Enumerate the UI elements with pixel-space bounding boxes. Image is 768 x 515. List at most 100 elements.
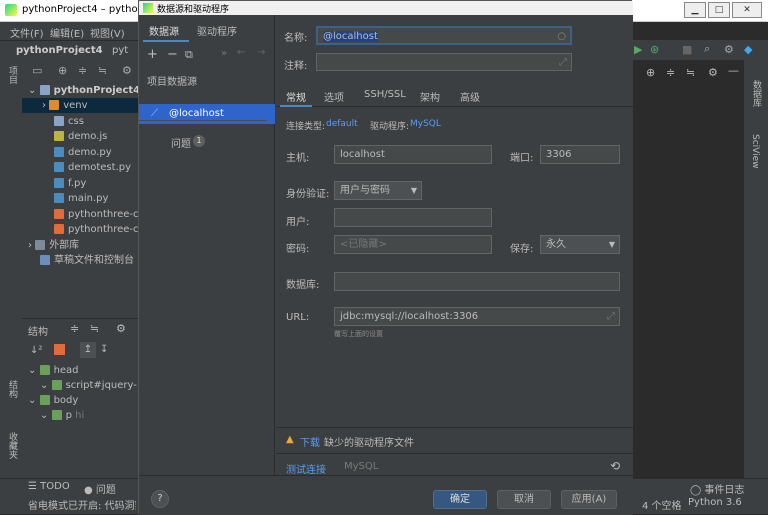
gear-icon[interactable]: ⚙ (122, 64, 132, 77)
tree-item[interactable]: f.py (22, 176, 140, 191)
auth-label: 身份验证: (286, 189, 330, 200)
tree-item[interactable]: demo.js (22, 129, 140, 144)
tab-drivers[interactable]: 驱动程序 (197, 23, 237, 38)
structure-item[interactable]: ⌄ script#jquery- (22, 378, 140, 393)
run-icon[interactable]: ▶ (634, 43, 642, 56)
event-log-tab[interactable]: ◯ 事件日志 (690, 481, 744, 496)
ide-title-text: pythonProject4 – pytho (22, 4, 138, 15)
close-icon[interactable]: ✕ (732, 2, 762, 18)
minimize-panel-icon[interactable]: — (728, 64, 739, 77)
name-input[interactable]: @localhost ○ (316, 26, 572, 45)
menu-edit[interactable]: 编辑(E) (50, 25, 84, 40)
add-icon[interactable]: ⊕ (646, 66, 655, 79)
autoscroll-to-icon[interactable]: ↥ (80, 342, 96, 358)
tree-item[interactable]: css (22, 114, 140, 129)
add-icon[interactable]: + (147, 47, 158, 62)
maximize-icon[interactable]: □ (708, 2, 730, 18)
tree-item[interactable]: demo.py (22, 145, 140, 160)
tab-favorites[interactable]: 收藏夹 (6, 432, 19, 459)
tab-datasources[interactable]: 数据源 (149, 23, 179, 38)
forward-icon[interactable]: → (257, 47, 265, 58)
help-button[interactable]: ? (151, 490, 169, 508)
expand-icon[interactable]: ≑ (666, 66, 675, 79)
save-select[interactable]: 永久 ▼ (540, 235, 620, 254)
minimize-icon[interactable]: ▁ (684, 2, 706, 18)
stop-icon[interactable]: ■ (682, 43, 692, 56)
problems-tab[interactable]: ● 问题 (84, 481, 116, 496)
apply-button[interactable]: 应用(A) (561, 490, 617, 509)
datasource-item[interactable]: ⟋ @localhost (139, 104, 275, 124)
active-tab-underline (143, 40, 189, 42)
auth-select[interactable]: 用户与密码 ▼ (334, 181, 422, 200)
more-icon[interactable]: » (221, 48, 227, 59)
tab-options[interactable]: 选项 (324, 89, 344, 104)
structure-item[interactable]: ⌄ head (22, 363, 140, 378)
expand-field-icon[interactable]: ⤢ (607, 308, 615, 325)
right-toolbar: ▶ ⊛ ■ ⌕ ⚙ ◆ (632, 40, 768, 60)
plugin-icon[interactable]: ◆ (744, 43, 752, 56)
expand-field-icon[interactable]: ⤢ (559, 54, 567, 70)
collapse-icon[interactable]: ≒ (686, 66, 695, 79)
tab-structure[interactable]: 结构 (6, 380, 19, 398)
duplicate-icon[interactable]: ⧉ (185, 48, 193, 62)
problems-item[interactable]: 问题 (171, 135, 191, 150)
download-link[interactable]: 下载 (300, 434, 320, 449)
cancel-button[interactable]: 取消 (497, 490, 551, 509)
database-input[interactable] (334, 272, 620, 291)
gear-icon[interactable]: ⚙ (724, 43, 734, 56)
chevron-down-icon: ⌄ (28, 395, 40, 406)
tree-item[interactable]: demotest.py (22, 160, 140, 175)
gear-icon[interactable]: ⚙ (708, 66, 718, 79)
tab-sciview[interactable]: SciView (750, 134, 760, 169)
tree-item[interactable]: ⌄ pythonProject4 (22, 83, 140, 98)
back-icon[interactable]: ← (237, 47, 245, 58)
collapse-icon[interactable]: ≒ (98, 64, 107, 77)
locate-icon[interactable]: ⊕ (58, 64, 67, 77)
tree-item[interactable]: 草稿文件和控制台 (22, 253, 140, 268)
folder-dropdown-icon[interactable]: ▭ (32, 64, 42, 77)
nav-project[interactable]: pythonProject4 (16, 45, 103, 56)
sort-icon[interactable]: ↓² (30, 345, 42, 356)
port-input[interactable]: 3306 (540, 145, 620, 164)
indent-status[interactable]: 4 个空格 (642, 497, 682, 512)
ok-button[interactable]: 确定 (433, 490, 487, 509)
structure-item[interactable]: ⌄ p hi (22, 408, 140, 423)
url-input[interactable]: jdbc:mysql://localhost:3306 ⤢ (334, 307, 620, 326)
expand-icon[interactable]: ≑ (70, 322, 79, 335)
menu-view[interactable]: 视图(V) (90, 25, 125, 40)
tab-project[interactable]: 项目 (6, 66, 19, 84)
tree-item[interactable]: › venv (22, 98, 140, 113)
tab-advanced[interactable]: 高级 (460, 89, 480, 104)
nav-file[interactable]: pyt (112, 45, 128, 56)
clear-icon[interactable]: ○ (557, 28, 566, 43)
tab-ssh-ssl[interactable]: SSH/SSL (364, 89, 406, 100)
user-input[interactable] (334, 208, 492, 227)
database-label: 数据库: (286, 280, 320, 291)
coverage-icon[interactable]: ⊛ (650, 43, 659, 56)
driver-link[interactable]: MySQL (410, 119, 441, 129)
conn-type-link[interactable]: default (326, 119, 358, 129)
host-input[interactable]: localhost (334, 145, 492, 164)
structure-item[interactable]: ⌄ body (22, 393, 140, 408)
password-input[interactable]: <已隐藏> (334, 235, 492, 254)
test-connection-link[interactable]: 测试连接 (286, 461, 326, 476)
tree-item[interactable]: pythonthree-c (22, 222, 140, 237)
reset-icon[interactable]: ⟲ (610, 459, 620, 473)
tab-general[interactable]: 常规 (286, 89, 306, 104)
gear-icon[interactable]: ⚙ (116, 322, 126, 335)
menu-file[interactable]: 文件(F) (10, 25, 44, 40)
tab-schemas[interactable]: 架构 (420, 89, 440, 104)
todo-tab[interactable]: ☰ TODO (28, 481, 70, 492)
expand-icon[interactable]: ≑ (78, 64, 87, 77)
tree-item[interactable]: main.py (22, 191, 140, 206)
active-subtab-underline (280, 105, 312, 107)
remove-icon[interactable]: − (167, 47, 178, 62)
interpreter-status[interactable]: Python 3.6 (688, 497, 742, 508)
collapse-icon[interactable]: ≒ (90, 322, 99, 335)
search-icon[interactable]: ⌕ (704, 42, 710, 56)
tree-item[interactable]: pythonthree-c (22, 207, 140, 222)
autoscroll-from-icon[interactable]: ↧ (100, 344, 108, 355)
comment-input[interactable]: ⤢ (316, 53, 572, 71)
tab-database[interactable]: 数据库 (750, 80, 763, 107)
tree-item[interactable]: › 外部库 (22, 238, 140, 253)
